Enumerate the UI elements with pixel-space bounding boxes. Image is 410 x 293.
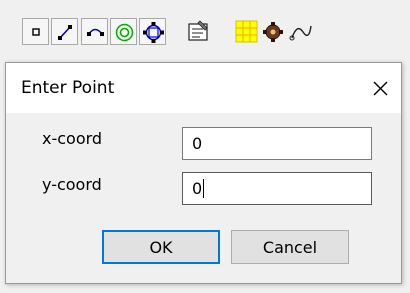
text-caret: [203, 179, 205, 198]
polygon-tool-button[interactable]: [139, 18, 166, 45]
x-coord-label: x-coord: [42, 129, 103, 148]
gear-icon: [263, 22, 283, 42]
arc-tool-button[interactable]: [81, 18, 108, 45]
point-tool-button[interactable]: [22, 18, 49, 45]
curve-tool-button[interactable]: [287, 18, 314, 45]
point-icon: [32, 28, 40, 36]
close-icon: [373, 81, 388, 96]
y-coord-label: y-coord: [42, 175, 102, 194]
settings-button[interactable]: [260, 18, 287, 45]
line-tool-button[interactable]: [51, 18, 78, 45]
properties-button[interactable]: [185, 18, 212, 45]
grid-button[interactable]: [233, 18, 260, 45]
line-icon: [58, 25, 72, 40]
circle-icon: [115, 23, 134, 42]
circle-tool-button[interactable]: [110, 18, 137, 45]
x-coord-input[interactable]: 0: [182, 127, 372, 160]
enter-point-dialog: Enter Point x-coord 0 y-coord 0 OK Cance…: [5, 62, 402, 284]
x-coord-value: 0: [192, 134, 203, 153]
ok-button-label: OK: [149, 237, 173, 257]
properties-icon: [188, 20, 208, 41]
cancel-button[interactable]: Cancel: [231, 230, 349, 264]
cancel-button-label: Cancel: [262, 237, 318, 257]
y-coord-value: 0: [192, 179, 203, 198]
toolbar: [0, 0, 410, 62]
y-coord-input[interactable]: 0: [182, 172, 372, 205]
close-button[interactable]: [365, 73, 395, 103]
dialog-title: Enter Point: [21, 78, 115, 98]
ok-button[interactable]: OK: [102, 230, 220, 264]
grid-icon: [235, 20, 258, 43]
dialog-titlebar: Enter Point: [6, 63, 401, 113]
curve-icon: [289, 25, 312, 41]
arc-icon: [87, 28, 104, 36]
polygon-icon: [143, 22, 164, 43]
